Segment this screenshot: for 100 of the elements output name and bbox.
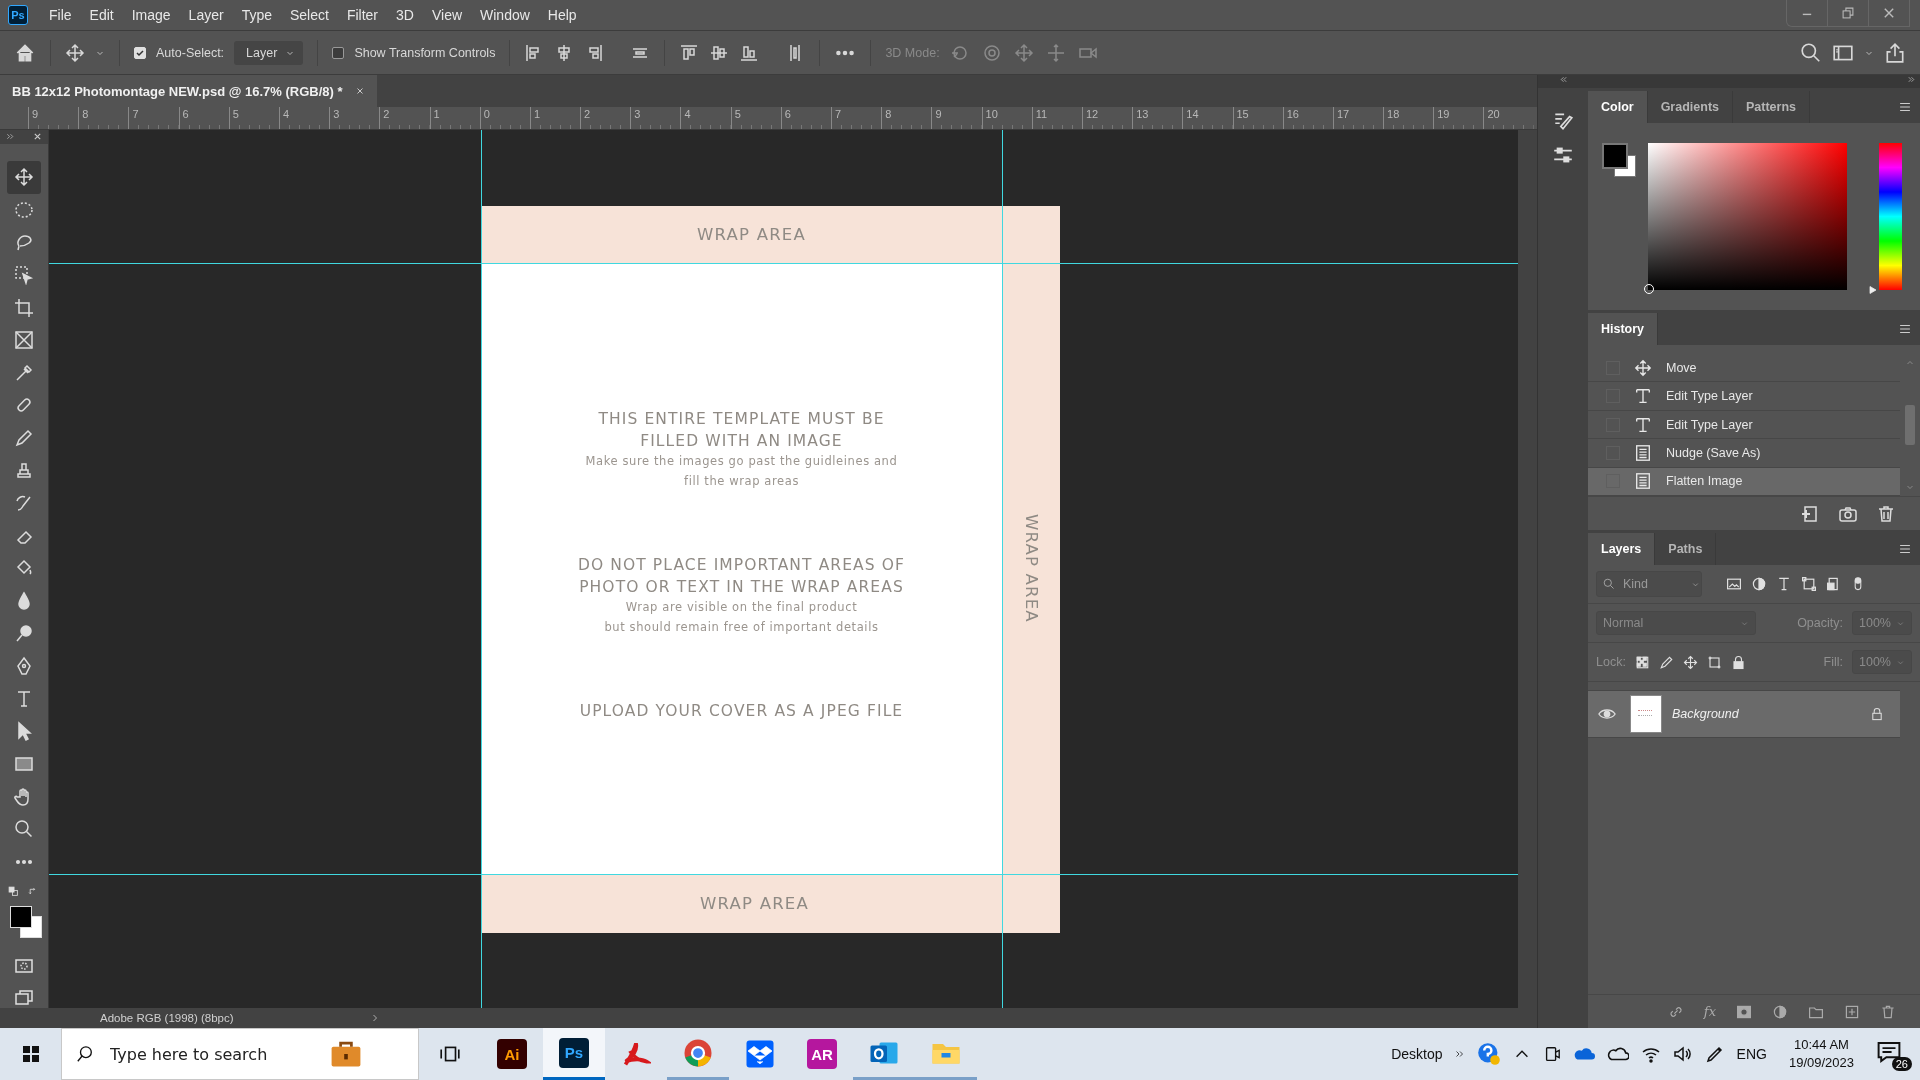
check-icon bbox=[135, 47, 145, 58]
stamp-icon bbox=[14, 460, 34, 481]
image-icon[interactable] bbox=[1726, 576, 1742, 592]
menu-icon[interactable] bbox=[1898, 100, 1912, 114]
taskbar-app[interactable]: Ps bbox=[543, 1028, 605, 1080]
trash-icon[interactable] bbox=[1880, 1003, 1896, 1020]
restore-icon[interactable] bbox=[1841, 6, 1855, 20]
filter-field[interactable]: Kind bbox=[1596, 571, 1702, 597]
close-icon[interactable] bbox=[354, 86, 365, 96]
windows-logo-icon[interactable] bbox=[20, 1044, 41, 1064]
wrap-area-label: WRAP AREA bbox=[481, 206, 1060, 263]
ruler-label: 1 bbox=[533, 108, 540, 120]
menu-item[interactable]: View bbox=[422, 7, 472, 23]
checkbox[interactable] bbox=[332, 46, 345, 59]
menu-item[interactable]: Type bbox=[232, 7, 281, 23]
taskbar-app[interactable]: AR bbox=[791, 1028, 853, 1080]
menu-item[interactable]: Help bbox=[538, 7, 586, 23]
taskbar-app[interactable]: Ai bbox=[481, 1028, 543, 1080]
panel-tab[interactable]: Patterns bbox=[1733, 91, 1811, 123]
move-icon bbox=[1634, 358, 1652, 377]
ruler-label: 1 bbox=[433, 108, 440, 120]
note-text: Make sure the images go past the guidleines and fill the wrap areas bbox=[585, 453, 898, 490]
ruler-label: 7 bbox=[835, 108, 842, 120]
slider-thumb-icon[interactable] bbox=[1867, 285, 1878, 295]
layer-dropdown[interactable]: Layer bbox=[234, 40, 304, 65]
collapse-icon[interactable] bbox=[1558, 75, 1568, 84]
scrollbar-thumb[interactable] bbox=[1905, 405, 1915, 445]
close-icon[interactable] bbox=[1882, 6, 1896, 20]
history-item[interactable]: Flatten Image bbox=[1588, 467, 1900, 497]
checkerboard-icon[interactable] bbox=[1634, 654, 1650, 670]
artboard-icon[interactable] bbox=[1706, 654, 1722, 670]
more-icon bbox=[14, 858, 34, 865]
menu-icon[interactable] bbox=[1898, 542, 1912, 556]
ruler-label: 17 bbox=[1336, 108, 1350, 120]
align-top-icon[interactable] bbox=[679, 42, 700, 63]
search-field[interactable]: Type here to search bbox=[61, 1028, 419, 1080]
half-circle-icon[interactable] bbox=[1772, 1003, 1788, 1020]
menu-item[interactable]: Filter bbox=[337, 7, 388, 23]
default-colors-icon[interactable] bbox=[8, 886, 19, 897]
lock-icon[interactable] bbox=[1730, 654, 1746, 670]
share-icon[interactable] bbox=[1884, 41, 1906, 64]
pen-icon[interactable] bbox=[1704, 1044, 1725, 1064]
ruler-label: 6 bbox=[182, 108, 189, 120]
ruler-label: 18 bbox=[1387, 108, 1400, 120]
mask-icon[interactable] bbox=[1736, 1003, 1752, 1020]
ruler-label: 15 bbox=[1236, 108, 1249, 120]
panel-tab[interactable]: Gradients bbox=[1647, 91, 1733, 123]
heading-text: DO NOT PLACE IMPORTANT AREAS OF PHOTO OR TEXT IN THE WRAP AREAS bbox=[577, 555, 906, 598]
search-icon[interactable] bbox=[1800, 41, 1822, 64]
language-indicator[interactable]: ENG bbox=[1736, 1046, 1767, 1062]
panel-tab[interactable]: History bbox=[1588, 313, 1659, 345]
filter-input[interactable]: Kind bbox=[1621, 576, 1685, 592]
half-circle-icon[interactable] bbox=[1751, 576, 1767, 592]
panel-tab[interactable]: Paths bbox=[1655, 533, 1717, 565]
desktop-label[interactable]: Desktop bbox=[1391, 1046, 1443, 1062]
menu-item[interactable]: Select bbox=[281, 7, 338, 23]
menu-item[interactable]: 3D bbox=[387, 7, 423, 23]
color-field[interactable] bbox=[1648, 143, 1847, 290]
shape-icon[interactable] bbox=[1801, 576, 1817, 592]
close-icon[interactable] bbox=[33, 132, 42, 142]
ruler-label: 20 bbox=[1487, 108, 1500, 120]
panel-tab[interactable]: Layers bbox=[1588, 533, 1656, 565]
new-document-icon[interactable] bbox=[1800, 503, 1820, 524]
menu-item[interactable]: File bbox=[40, 7, 81, 23]
history-item[interactable]: Edit Type Layer bbox=[1588, 382, 1900, 411]
brush-icon[interactable] bbox=[1658, 654, 1674, 670]
app-tile: Ps bbox=[559, 1037, 589, 1068]
expand-icon[interactable] bbox=[6, 132, 15, 142]
screen-mode-icon[interactable] bbox=[14, 988, 34, 1008]
trash-icon[interactable] bbox=[1876, 503, 1896, 524]
lock-icon[interactable] bbox=[1870, 707, 1884, 721]
quick-mask-icon[interactable] bbox=[14, 956, 34, 976]
menu-item[interactable]: Image bbox=[122, 7, 180, 23]
panel-tab[interactable]: Color bbox=[1588, 91, 1648, 123]
search-input[interactable]: Type here to search bbox=[108, 1043, 312, 1065]
menu-item[interactable]: Edit bbox=[80, 7, 123, 23]
speaker-icon[interactable] bbox=[1672, 1044, 1693, 1064]
heading-text: UPLOAD YOUR COVER AS A JPEG FILE bbox=[579, 701, 904, 722]
menu-item[interactable]: Layer bbox=[179, 7, 233, 23]
history-item[interactable]: Move bbox=[1588, 354, 1900, 383]
heading-text: THIS ENTIRE TEMPLATE MUST BE FILLED WITH AN IMAGE bbox=[598, 409, 885, 452]
color-swatches[interactable] bbox=[1602, 143, 1636, 177]
help-icon[interactable] bbox=[1476, 1042, 1501, 1066]
tool-button[interactable] bbox=[7, 160, 41, 194]
clock[interactable]: 10:44 AM 19/09/2023 bbox=[1788, 1036, 1854, 1072]
document-tab[interactable]: BB 12x12 Photomontage NEW.psd @ 16.7% (RGB/8) * bbox=[0, 75, 377, 107]
menu-item[interactable]: Window bbox=[471, 7, 539, 23]
move-icon bbox=[14, 167, 34, 188]
chevron-right-icon[interactable] bbox=[1454, 1049, 1465, 1059]
history-item[interactable]: Nudge (Save As) bbox=[1588, 439, 1900, 468]
type-icon[interactable] bbox=[1776, 576, 1792, 592]
new-layer-icon[interactable] bbox=[1844, 1003, 1860, 1020]
color-swatches[interactable] bbox=[10, 906, 41, 937]
menu-icon[interactable] bbox=[1898, 322, 1912, 336]
layer-row[interactable]: Background bbox=[1588, 690, 1900, 738]
fx-button[interactable]: fx bbox=[1703, 1004, 1716, 1019]
expand-icon[interactable] bbox=[1907, 75, 1916, 84]
history-item[interactable]: Edit Type Layer bbox=[1588, 410, 1900, 440]
checkbox-label: Auto-Select: bbox=[156, 45, 225, 60]
scrollbar-track[interactable] bbox=[1518, 130, 1537, 1008]
